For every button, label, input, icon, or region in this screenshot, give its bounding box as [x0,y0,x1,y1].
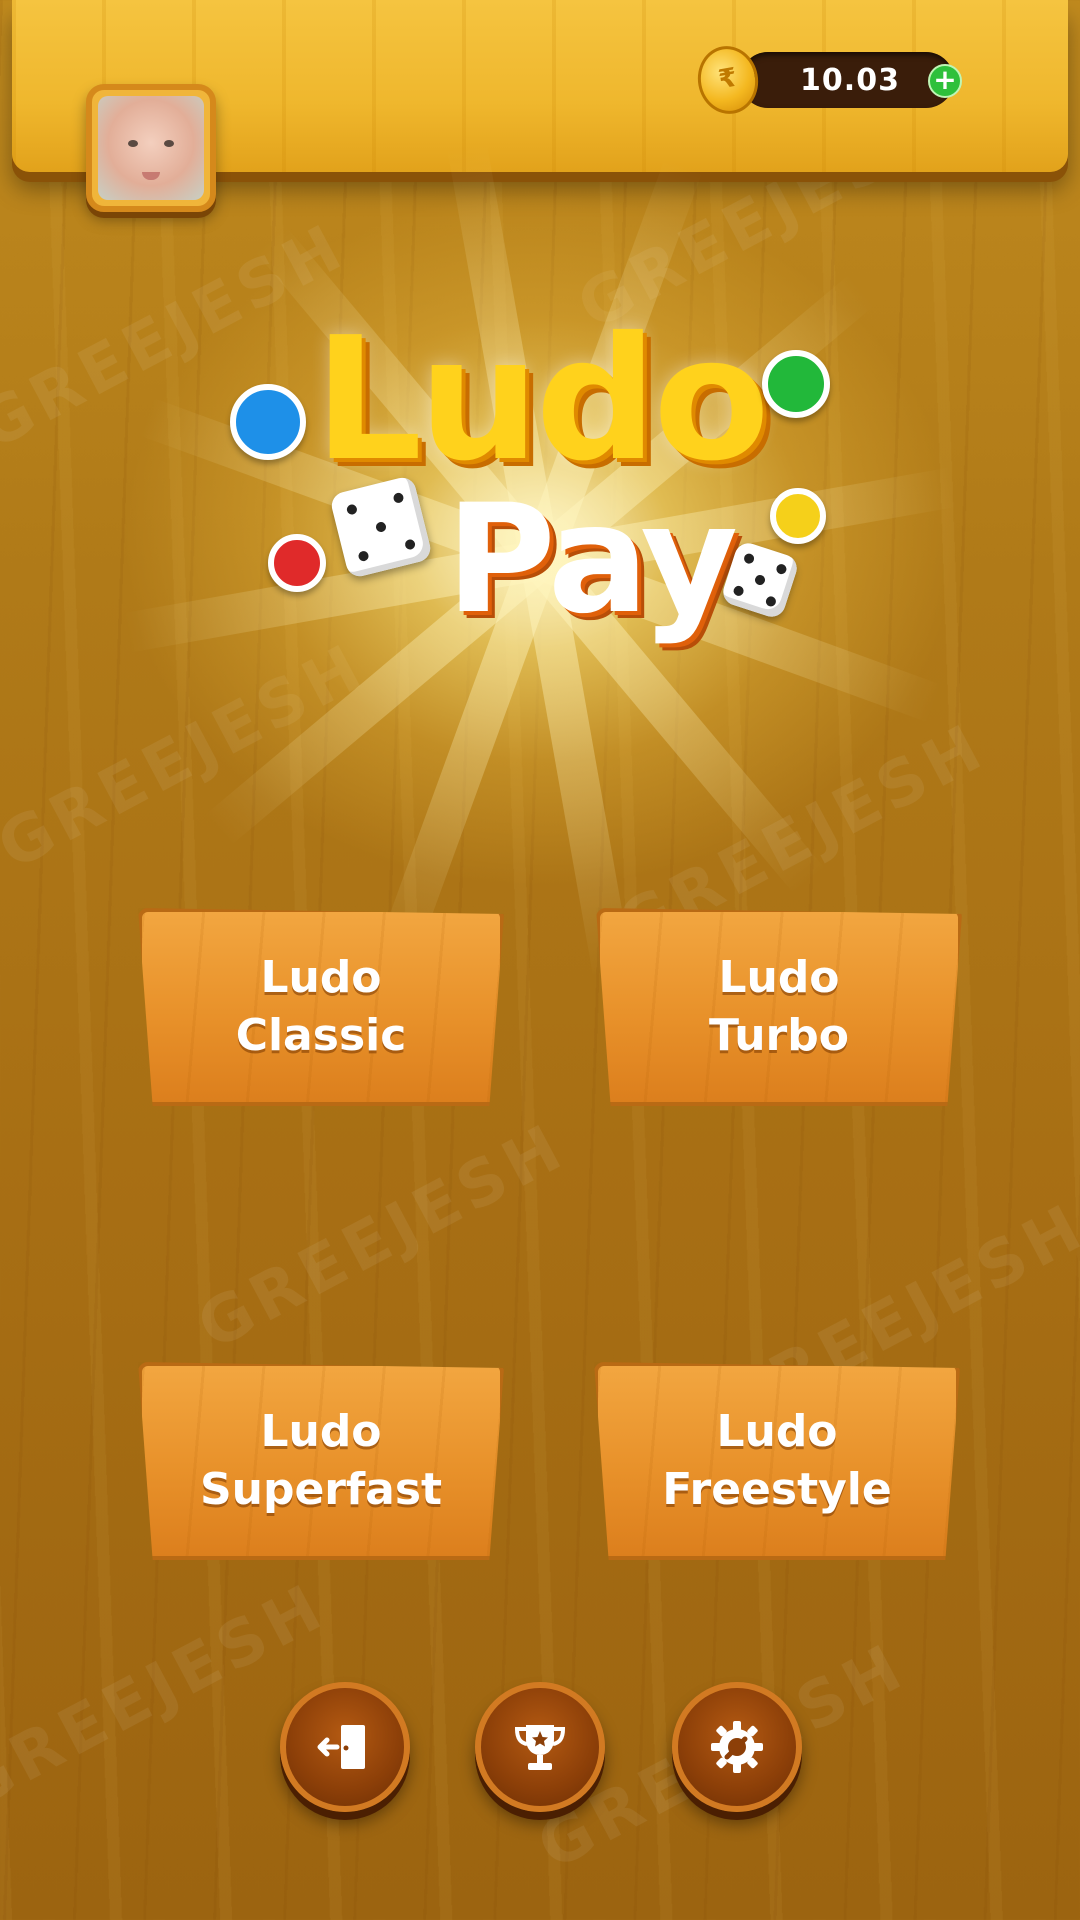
watermark: GREEJESH [0,1569,339,1825]
exit-button[interactable] [280,1682,410,1812]
mode-label-line1: Ludo [718,952,840,1003]
mode-label-line1: Ludo [260,952,382,1003]
settings-gear-icon [711,1721,763,1773]
ludo-superfast-button[interactable]: Ludo Superfast [138,1362,504,1560]
mode-label-line2: Classic [235,1010,407,1061]
avatar-photo [98,96,204,200]
avatar-eye [128,140,138,147]
exit-door-icon [317,1725,365,1769]
ludo-classic-button[interactable]: Ludo Classic [138,908,504,1106]
wallet-balance: 10.03 [800,63,900,98]
mode-label-line2: Freestyle [662,1464,892,1515]
mode-label-line1: Ludo [260,1406,382,1457]
settings-button[interactable] [672,1682,802,1812]
mode-label-line2: Superfast [199,1464,443,1515]
user-avatar-icon[interactable] [86,84,216,212]
avatar-mouth [142,172,160,180]
logo-title-ludo: Ludo [314,301,770,499]
ludo-freestyle-button[interactable]: Ludo Freestyle [594,1362,960,1560]
mode-label-line1: Ludo [716,1406,838,1457]
blue-token-icon [230,384,306,460]
logo-title-pay: Pay [445,473,738,647]
green-token-icon [762,350,830,418]
ludo-turbo-button[interactable]: Ludo Turbo [596,908,962,1106]
watermark: GREEJESH [186,1109,579,1365]
leaderboard-button[interactable] [475,1682,605,1812]
yellow-token-icon [770,488,826,544]
mode-label-line2: Turbo [709,1010,849,1061]
add-money-button[interactable]: + [928,64,962,98]
trophy-icon [514,1725,566,1770]
red-token-icon [268,534,326,592]
avatar-eye [164,140,174,147]
